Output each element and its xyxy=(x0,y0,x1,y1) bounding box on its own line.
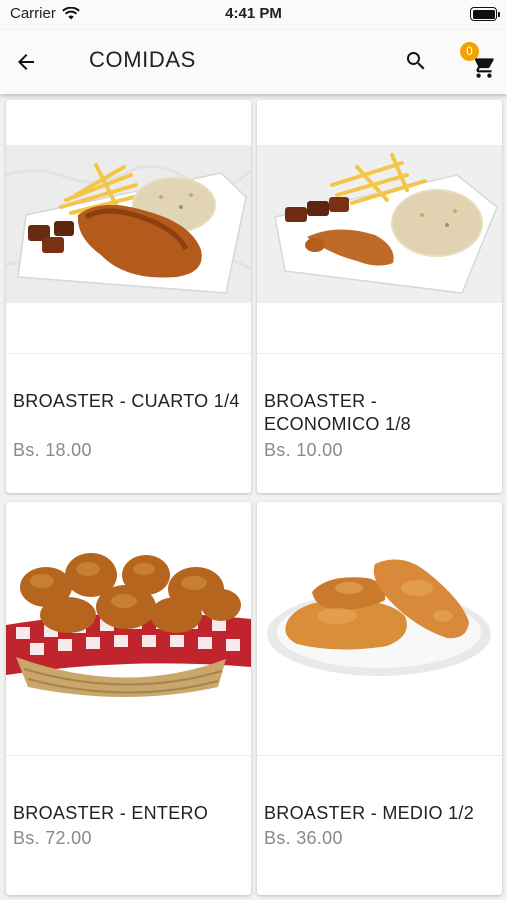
product-name: BROASTER - ENTERO xyxy=(13,803,209,823)
app-bar: COMIDAS 0 xyxy=(0,30,507,94)
product-image xyxy=(257,552,502,710)
product-image xyxy=(6,145,251,303)
clock: 4:41 PM xyxy=(225,5,282,22)
card-divider xyxy=(257,353,502,354)
product-card[interactable]: BROASTER - CUARTO 1/4 Bs. 18.00 xyxy=(6,100,251,493)
cart-button[interactable]: 0 xyxy=(460,42,502,86)
search-button[interactable] xyxy=(400,45,432,77)
search-icon xyxy=(407,52,425,70)
product-price: Bs. 36.00 xyxy=(264,828,343,848)
card-divider xyxy=(257,755,502,756)
product-name: BROASTER - CUARTO 1/4 xyxy=(13,391,240,411)
product-price: Bs. 18.00 xyxy=(13,440,92,460)
product-price: Bs. 72.00 xyxy=(13,828,92,848)
product-name: BROASTER - MEDIO 1/2 xyxy=(264,803,475,823)
card-divider xyxy=(6,353,251,354)
page-title: COMIDAS xyxy=(89,47,196,72)
back-arrow-icon xyxy=(18,54,34,70)
status-bar: Carrier 4:41 PM xyxy=(0,0,507,30)
card-divider xyxy=(6,755,251,756)
product-card[interactable]: BROASTER - MEDIO 1/2 Bs. 36.00 xyxy=(257,502,502,895)
product-image xyxy=(6,547,251,705)
cart-count-badge: 0 xyxy=(460,42,479,61)
product-name: BROASTER - ECONOMICO 1/8 xyxy=(264,391,411,434)
product-image xyxy=(257,145,502,303)
product-price: Bs. 10.00 xyxy=(264,440,343,460)
product-card[interactable]: BROASTER - ECONOMICO 1/8 Bs. 10.00 xyxy=(257,100,502,493)
battery-icon xyxy=(470,7,500,21)
back-button[interactable] xyxy=(10,46,42,78)
product-card[interactable]: BROASTER - ENTERO Bs. 72.00 xyxy=(6,502,251,895)
product-grid: BROASTER - CUARTO 1/4 Bs. 18.00 BROASTER… xyxy=(0,94,507,900)
